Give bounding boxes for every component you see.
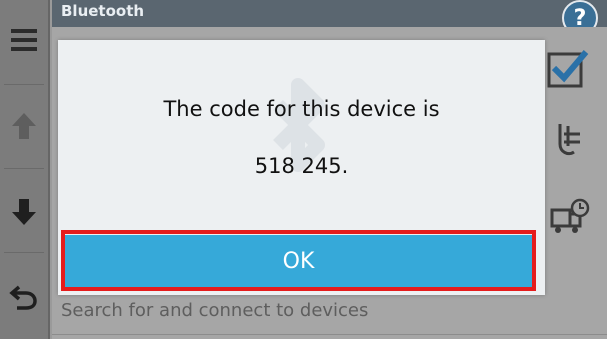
- back-button[interactable]: [0, 275, 48, 319]
- arrow-up-icon: [12, 113, 36, 139]
- arrow-down-icon: [12, 199, 36, 225]
- scroll-up-button[interactable]: [0, 104, 48, 148]
- dialog-message: The code for this device is: [163, 97, 440, 121]
- truck-clock-icon: [550, 198, 590, 233]
- bluetooth-icon: [273, 78, 325, 172]
- search-devices-item: Search for and connect to devices: [61, 300, 369, 321]
- menu-button[interactable]: [0, 18, 48, 62]
- pairing-code-dialog: The code for this device is 518 245. OK: [58, 40, 545, 295]
- checkbox-checked-icon[interactable]: [546, 44, 590, 88]
- ok-button[interactable]: OK: [65, 235, 532, 287]
- divider: [52, 334, 607, 335]
- menu-icon: [11, 29, 37, 51]
- pairing-code: 518 245.: [254, 154, 349, 178]
- phone-audio-icon: [558, 124, 580, 156]
- nav-rail: [0, 0, 50, 339]
- scroll-down-button[interactable]: [0, 190, 48, 234]
- title-bar: Bluetooth: [52, 0, 607, 27]
- back-icon: [9, 285, 37, 310]
- page-title: Bluetooth: [61, 2, 145, 20]
